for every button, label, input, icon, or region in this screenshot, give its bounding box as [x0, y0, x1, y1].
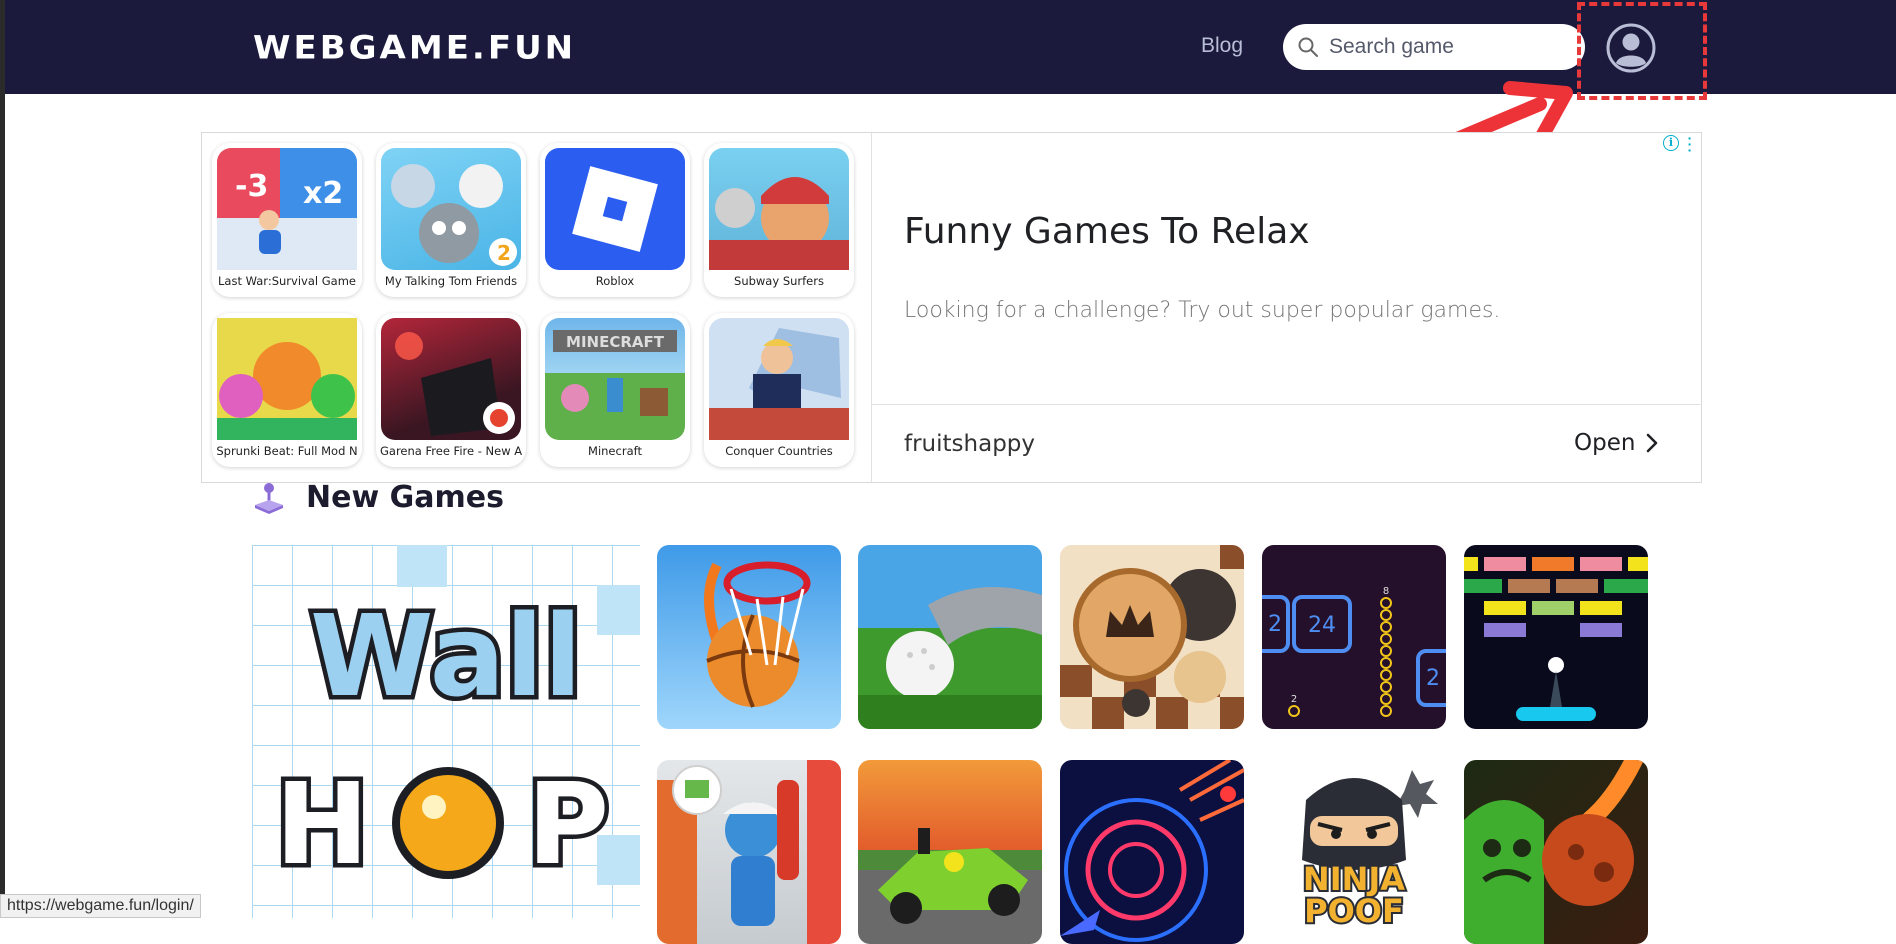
- annotation-highlight-box: [1577, 2, 1707, 100]
- neon-circle-game-thumbnail: [1060, 760, 1244, 942]
- search-input[interactable]: [1329, 32, 1559, 62]
- ad-title[interactable]: Funny Games To Relax: [904, 211, 1310, 252]
- game-tile[interactable]: [1060, 760, 1244, 944]
- app-label: Subway Surfers: [734, 274, 824, 288]
- number-snake-game-thumbnail: 2 24 2 8 2: [1262, 586, 1446, 717]
- ad-open-label: Open: [1574, 430, 1636, 456]
- app-label: Sprunki Beat: Full Mod N: [216, 444, 358, 458]
- ad-app-tile[interactable]: Garena Free Fire - New A: [376, 313, 526, 467]
- app-label: Minecraft: [588, 444, 642, 458]
- new-games-heading: New Games: [252, 480, 504, 515]
- nav-blog-link[interactable]: Blog: [1201, 34, 1243, 58]
- search-box[interactable]: [1283, 24, 1585, 70]
- svg-text:MINECRAFT: MINECRAFT: [566, 333, 665, 351]
- ad-advertiser: fruitshappy: [904, 431, 1036, 457]
- app-label: Last War:Survival Game: [218, 274, 356, 288]
- golf-game-thumbnail: [858, 587, 1042, 729]
- section-title: New Games: [306, 480, 504, 515]
- ad-app-tile[interactable]: Sprunki Beat: Full Mod N: [212, 313, 362, 467]
- game-tile[interactable]: 2 24 2 8 2: [1262, 545, 1446, 729]
- game-tile[interactable]: [657, 760, 841, 944]
- featured-game-tile[interactable]: Wall H P: [252, 545, 640, 918]
- app-thumbnail: [217, 318, 357, 440]
- ad-open-button[interactable]: Open: [1574, 430, 1659, 456]
- ad-description: Looking for a challenge? Try out super p…: [904, 298, 1501, 323]
- hop-h-text: H: [275, 760, 369, 890]
- fire-slime-game-thumbnail: [1464, 760, 1643, 944]
- hop-p-text: P: [527, 760, 609, 890]
- game-tile[interactable]: [1464, 545, 1648, 729]
- game-tile[interactable]: NINJA POOF: [1262, 760, 1446, 944]
- ad-app-tile[interactable]: 2 My Talking Tom Friends: [376, 143, 526, 297]
- ninja-title-text-2: POOF: [1304, 892, 1404, 930]
- ad-menu-icon[interactable]: · · ·: [1687, 131, 1693, 157]
- svg-text:x2: x2: [303, 176, 343, 211]
- app-thumbnail: [381, 318, 521, 440]
- joystick-icon: [255, 482, 283, 514]
- app-label: My Talking Tom Friends: [384, 274, 518, 288]
- basketball-game-thumbnail: [704, 561, 811, 708]
- app-thumbnail: 2: [381, 148, 521, 270]
- app-label: Garena Free Fire - New A: [380, 444, 522, 458]
- app-label: Conquer Countries: [725, 444, 833, 458]
- game-tile[interactable]: [1464, 760, 1648, 944]
- app-thumbnail: [709, 148, 849, 270]
- ad-app-tile[interactable]: Roblox: [540, 143, 690, 297]
- app-label: Roblox: [595, 274, 635, 288]
- game-tile[interactable]: [657, 545, 841, 729]
- number-label: 2: [1426, 666, 1440, 691]
- app-thumbnail: [545, 148, 685, 270]
- window-edge: [0, 0, 5, 918]
- ad-app-tile[interactable]: MINECRAFT Minecraft: [540, 313, 690, 467]
- chevron-right-icon: [1647, 433, 1658, 453]
- number-label: 24: [1308, 613, 1336, 638]
- racing-game-thumbnail: [858, 828, 1042, 924]
- app-thumbnail: -3 x2: [217, 148, 357, 270]
- game-tile[interactable]: [858, 760, 1042, 944]
- ad-app-tile[interactable]: Conquer Countries: [704, 313, 854, 467]
- ad-app-tile[interactable]: -3 x2 Last War:Survival Game: [212, 143, 362, 297]
- app-thumbnail: MINECRAFT: [545, 318, 685, 440]
- ad-info-icon[interactable]: i: [1663, 135, 1679, 151]
- ad-banner[interactable]: -3 x2 Last War:Survival Game 2 My Talkin…: [201, 131, 1702, 483]
- status-bar-url: https://webgame.fun/login/: [0, 894, 201, 918]
- brick-breaker-game-thumbnail: [1464, 557, 1648, 721]
- wall-text: Wall: [310, 592, 582, 722]
- game-tile[interactable]: [1060, 545, 1244, 729]
- svg-text:-3: -3: [235, 169, 268, 204]
- checkers-game-thumbnail: [1060, 545, 1244, 729]
- number-label: 2: [1268, 612, 1282, 637]
- supermarket-game-thumbnail: [657, 760, 841, 944]
- number-label: 2: [1291, 694, 1297, 705]
- ad-separator: [872, 404, 1702, 405]
- svg-text:2: 2: [497, 241, 511, 265]
- app-thumbnail: [709, 318, 849, 440]
- game-tile[interactable]: [858, 545, 1042, 729]
- site-logo[interactable]: WEBGAME.FUN: [253, 29, 576, 67]
- ad-app-tile[interactable]: Subway Surfers: [704, 143, 854, 297]
- search-icon: [1298, 37, 1318, 57]
- number-label: 8: [1383, 586, 1389, 597]
- ninja-game-thumbnail: NINJA POOF: [1301, 770, 1438, 932]
- ad-divider: [871, 133, 872, 482]
- featured-game-thumbnail: Wall H P: [252, 545, 640, 918]
